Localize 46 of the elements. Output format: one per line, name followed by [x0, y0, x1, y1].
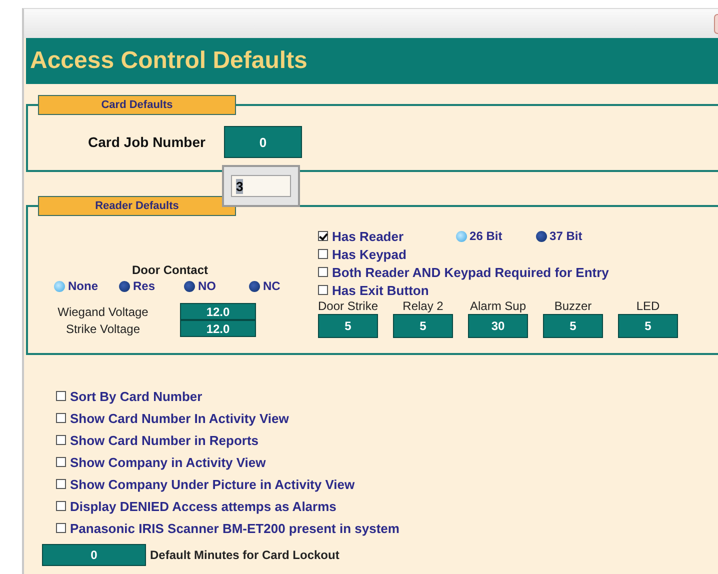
radio-label[interactable]: 26 Bit — [470, 229, 502, 243]
input-field[interactable]: 12.0 — [180, 320, 256, 337]
checkbox[interactable]: Both Reader AND Keypad Required for Entry — [318, 264, 609, 280]
group-legend: Card Defaults — [38, 95, 236, 115]
input-field[interactable]: 3 — [231, 175, 291, 197]
checkbox[interactable]: Panasonic IRIS Scanner BM-ET200 present in system — [56, 517, 718, 539]
radio-label[interactable]: NO — [198, 279, 216, 293]
input-field[interactable]: 5 — [543, 314, 603, 338]
checkbox[interactable]: Show Card Number In Activity View — [56, 407, 718, 429]
input-field[interactable]: 0 — [224, 126, 302, 158]
group-label: Door Contact — [132, 263, 208, 277]
field-label: Default Minutes for Card Lockout — [150, 548, 340, 562]
field-label: Relay 2 — [402, 299, 444, 313]
input-field[interactable]: 5 — [618, 314, 678, 338]
radio-button[interactable] — [54, 280, 65, 292]
radio-label[interactable]: None — [68, 279, 98, 293]
field-label: LED — [636, 299, 660, 313]
group-legend: Reader Defaults — [38, 196, 236, 216]
checkbox[interactable]: Has Keypad — [318, 246, 406, 262]
radio-label[interactable]: NC — [263, 279, 280, 293]
checkbox[interactable]: Has Reader — [318, 228, 404, 244]
field-label: Buzzer — [554, 299, 592, 313]
page-title: Access Control Defaults — [30, 47, 308, 75]
radio-button[interactable] — [184, 280, 195, 292]
checkbox[interactable]: Show Company in Activity View — [56, 451, 718, 473]
radio-button[interactable] — [119, 280, 130, 292]
input-field[interactable]: 0 — [42, 544, 146, 566]
field-label: Door Strike — [318, 299, 378, 313]
input-field[interactable]: 5 — [318, 314, 378, 338]
field-label: Alarm Sup — [470, 299, 526, 313]
radio-button[interactable] — [536, 230, 547, 242]
checkbox[interactable]: Has Exit Button — [318, 282, 429, 298]
radio-button[interactable] — [456, 230, 467, 242]
checkbox[interactable]: Display DENIED Access attemps as Alarms — [56, 495, 718, 517]
checkbox[interactable]: Show Company Under Picture in Activity View — [56, 473, 718, 495]
field-label: Card Job Number — [88, 134, 206, 150]
input-field[interactable]: 5 — [393, 314, 453, 338]
checkbox[interactable]: Sort By Card Number — [56, 385, 718, 407]
input-field[interactable]: 12.0 — [180, 303, 256, 320]
field-label: Wiegand Voltage — [56, 304, 150, 318]
input-field[interactable]: 30 — [468, 314, 528, 338]
radio-label[interactable]: 37 Bit — [550, 229, 582, 243]
checkbox[interactable]: Show Card Number in Reports — [56, 429, 718, 451]
radio-button[interactable] — [249, 280, 260, 292]
field-label: Strike Voltage — [64, 322, 142, 336]
radio-label[interactable]: Res — [133, 279, 156, 293]
